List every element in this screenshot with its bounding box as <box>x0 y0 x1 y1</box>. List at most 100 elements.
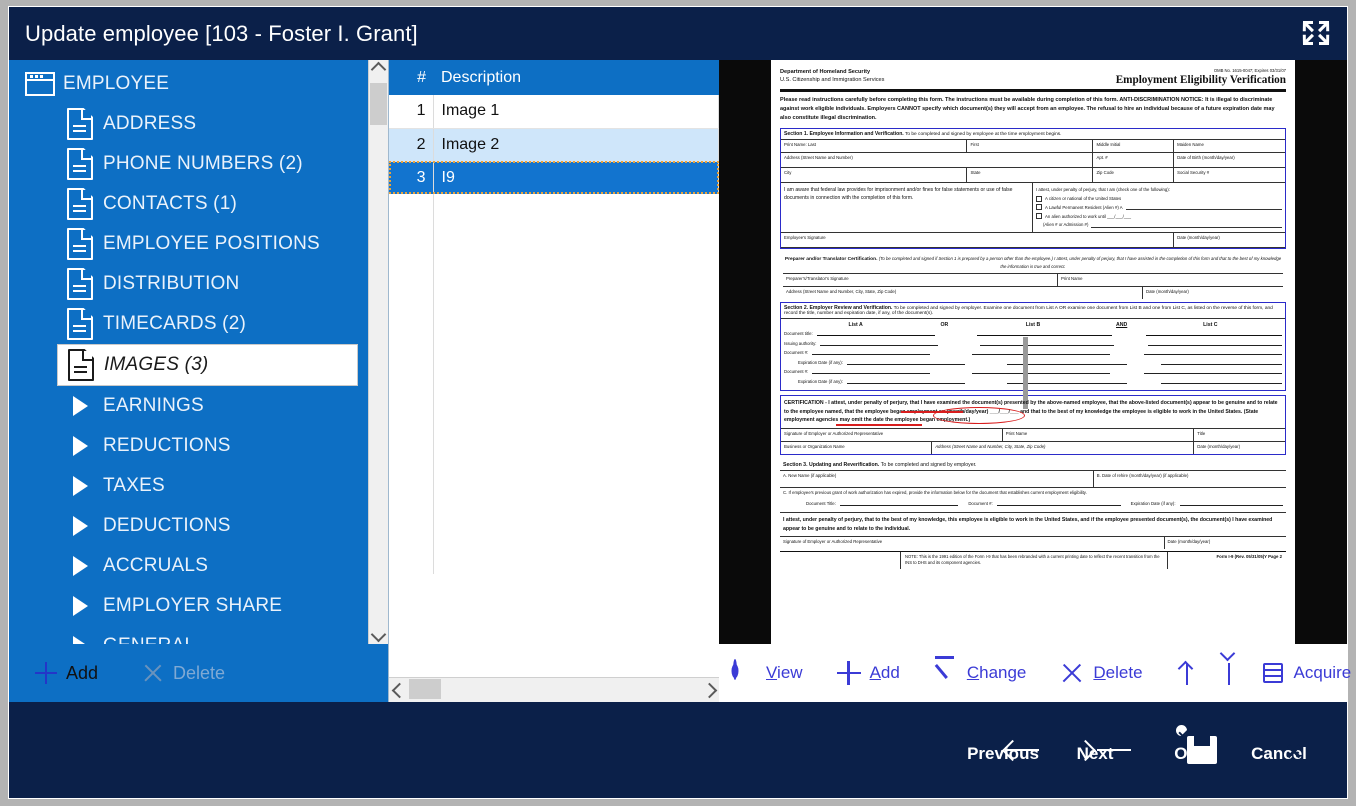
field-new-name: A. New Name (if applicable) <box>780 471 1094 487</box>
sidebar-item-label: CONTACTS (1) <box>103 193 237 215</box>
chevron-right-icon[interactable] <box>699 678 719 702</box>
toolbar-change-button[interactable]: Change <box>934 661 1027 685</box>
table-filler-row <box>389 194 719 574</box>
sidebar-item-taxes[interactable]: TAXES <box>9 466 368 506</box>
note-spacer <box>780 552 900 569</box>
sidebar-item-reductions[interactable]: REDUCTIONS <box>9 426 368 466</box>
list-a-blank <box>847 359 965 365</box>
table-row[interactable]: 2 Image 2 <box>389 128 719 161</box>
sidebar-item-images-3[interactable]: IMAGES (3) <box>57 344 358 386</box>
sidebar-item-contacts-1[interactable]: CONTACTS (1) <box>9 184 368 224</box>
sidebar-item-employee[interactable]: EMPLOYEE <box>9 64 368 104</box>
sidebar-delete-label: Delete <box>173 663 225 684</box>
expand-arrows-icon[interactable] <box>1299 18 1333 48</box>
form-title: Employment Eligibility Verification <box>1116 74 1286 86</box>
row-number: 1 <box>389 95 433 128</box>
eye-icon <box>733 661 757 685</box>
sidebar-item-phone-numbers-2[interactable]: PHONE NUMBERS (2) <box>9 144 368 184</box>
previous-button[interactable]: Previous <box>957 736 1049 764</box>
section-3-attestation: I attest, under penalty of perjury, that… <box>780 512 1286 536</box>
column-header-number[interactable]: # <box>389 60 433 95</box>
sidebar-item-deductions[interactable]: DEDUCTIONS <box>9 506 368 546</box>
triangle-right-icon <box>57 396 103 416</box>
preparer-text: (To be completed and signed if Section 1… <box>879 256 1281 269</box>
col-list-c: List C <box>1139 322 1282 328</box>
toolbar-acquire-button[interactable]: Acquire <box>1261 661 1352 685</box>
checkbox-icon[interactable] <box>1036 196 1042 202</box>
scrollbar-track[interactable] <box>369 79 388 625</box>
column-header-description[interactable]: Description <box>433 60 719 95</box>
sidebar-item-employer-share[interactable]: EMPLOYER SHARE <box>9 586 368 626</box>
field-business-name: Business or Organization Name <box>781 442 932 454</box>
col-list-a: List A <box>784 322 927 328</box>
hscrollbar-thumb[interactable] <box>409 679 441 699</box>
toolbar-view-button[interactable]: View <box>733 661 803 685</box>
chevron-left-icon[interactable] <box>389 678 409 702</box>
arrow-up-icon <box>1177 661 1201 685</box>
document-preview[interactable]: Department of Homeland Security U.S. Cit… <box>719 60 1347 644</box>
sidebar-vertical-scrollbar[interactable] <box>368 60 388 644</box>
sidebar-add-button[interactable]: Add <box>35 662 98 684</box>
header-rule <box>780 89 1286 92</box>
toolbar-arrow-down-button[interactable] <box>1219 661 1243 685</box>
x-icon <box>142 662 164 684</box>
field-c-expiration: Expiration Date (if any): <box>1131 500 1283 506</box>
pencil-icon <box>934 661 958 685</box>
list-c-blank <box>1144 368 1282 374</box>
document-icon <box>67 268 93 300</box>
field-c-document-title: Document Title: <box>806 500 958 506</box>
toolbar-arrow-up-button[interactable] <box>1177 661 1201 685</box>
preparer-row-2: Address (Street Name and Number, City, S… <box>783 286 1283 299</box>
triangle-right-icon <box>73 556 88 576</box>
certification-row-2: Business or Organization Name Address (S… <box>781 441 1285 454</box>
employee-tree: EMPLOYEE ADDRESS PHONE NUMBERS (2) CONTA… <box>9 60 368 644</box>
document-icon <box>67 188 93 220</box>
triangle-right-icon <box>57 516 103 536</box>
next-button[interactable]: Next <box>1049 736 1141 764</box>
section-2-heading: Section 2. Employer Review and Verificat… <box>781 303 1285 319</box>
chevron-down-icon[interactable] <box>369 625 388 644</box>
toolbar-delete-button[interactable]: Delete <box>1060 661 1142 685</box>
scrollbar-thumb[interactable] <box>370 83 387 125</box>
list-horizontal-scrollbar[interactable] <box>389 677 719 702</box>
sidebar-item-label: PHONE NUMBERS (2) <box>103 153 303 175</box>
alien-admission-blank <box>1091 223 1282 228</box>
toolbar-add-button[interactable]: Add <box>837 661 900 685</box>
field-c-document-number-label: Document #: <box>968 501 992 506</box>
sidebar-item-address[interactable]: ADDRESS <box>9 104 368 144</box>
section-2-field-row: Expiration Date (if any): <box>784 359 1282 365</box>
field-preparer-signature: Preparer's/Translator's Signature <box>783 274 1058 286</box>
sidebar-item-accruals[interactable]: ACCRUALS <box>9 546 368 586</box>
field-c-document-title-label: Document Title: <box>806 501 836 506</box>
sidebar-item-general[interactable]: GENERAL <box>9 626 368 644</box>
chevron-up-icon[interactable] <box>369 60 388 79</box>
hscrollbar-track[interactable] <box>409 678 699 702</box>
col-or: OR <box>927 322 961 328</box>
field-first: First <box>967 140 1093 152</box>
sidebar-item-timecards-2[interactable]: TIMECARDS (2) <box>9 304 368 344</box>
plus-icon <box>35 662 57 684</box>
checkbox-icon[interactable] <box>1036 204 1042 210</box>
list-b-blank <box>972 368 1110 374</box>
sidebar-item-distribution[interactable]: DISTRIBUTION <box>9 264 368 304</box>
section-1-box: Section 1. Employee Information and Veri… <box>780 128 1286 248</box>
sidebar-item-employee-positions[interactable]: EMPLOYEE POSITIONS <box>9 224 368 264</box>
cancel-button[interactable]: Cancel <box>1233 736 1325 764</box>
field-print-name-last: Print Name: Last <box>781 140 967 152</box>
ok-button[interactable]: OK <box>1141 736 1233 764</box>
field-apt: Apt. # <box>1093 153 1174 167</box>
grid-header: # Description <box>389 60 719 95</box>
document-icon <box>68 349 94 381</box>
agency-block: Department of Homeland Security U.S. Cit… <box>780 68 884 84</box>
sidebar-item-earnings[interactable]: EARNINGS <box>9 386 368 426</box>
checkbox-citizen-label: A citizen or national of the United Stat… <box>1045 195 1121 202</box>
sidebar-delete-button[interactable]: Delete <box>142 662 225 684</box>
list-c-blank <box>1146 330 1282 336</box>
form-intro: Please read instructions carefully befor… <box>780 96 1286 123</box>
images-grid-region: # Description 1 Image 12 Image 23 I9 <box>389 60 719 677</box>
table-row[interactable]: 1 Image 1 <box>389 95 719 128</box>
checkbox-citizen: A citizen or national of the United Stat… <box>1036 195 1282 202</box>
table-row[interactable]: 3 I9 <box>389 161 719 194</box>
scanner-icon <box>1261 661 1285 685</box>
checkbox-icon[interactable] <box>1036 213 1042 219</box>
